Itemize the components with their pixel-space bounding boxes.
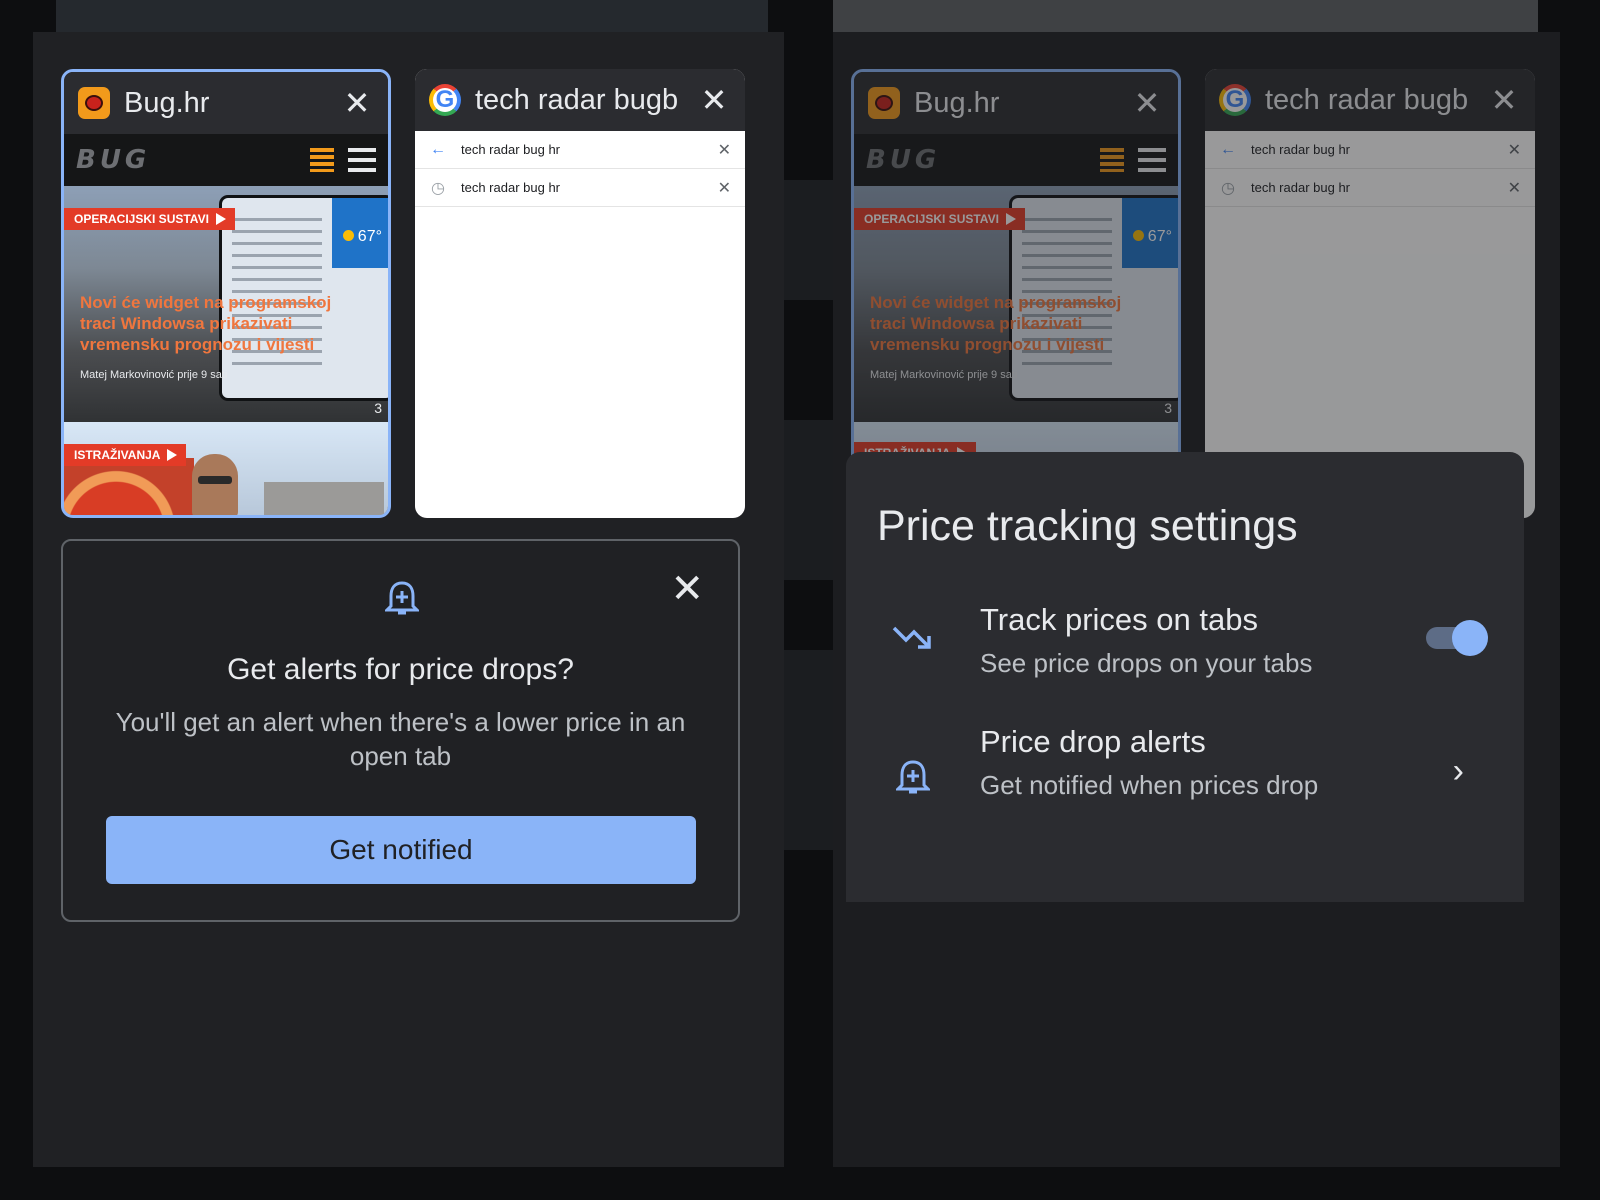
suggestion-text: tech radar bug hr: [461, 142, 561, 157]
remove-suggestion-icon[interactable]: ✕: [718, 178, 731, 198]
tab-title: tech radar bugb: [475, 83, 679, 116]
get-notified-button[interactable]: Get notified: [106, 816, 696, 884]
tab-title: Bug.hr: [124, 86, 210, 119]
close-tab-icon[interactable]: ✕: [697, 84, 731, 116]
weather-temp: 67°: [343, 228, 382, 246]
image-count: 3: [374, 400, 382, 416]
alert-title: Get alerts for price drops?: [227, 653, 574, 686]
list-icon: [310, 148, 334, 172]
bug-favicon-icon: [78, 87, 110, 119]
suggestion-row[interactable]: ◷ tech radar bug hr ✕: [415, 169, 745, 207]
price-drop-alerts-title: Price drop alerts: [980, 724, 1206, 759]
suggestion-text: tech radar bug hr: [461, 180, 561, 195]
history-icon: ◷: [431, 179, 445, 197]
price-tracking-sheet: Price tracking settings Track prices on …: [846, 452, 1524, 902]
track-prices-row[interactable]: Track prices on tabs See price drops on …: [846, 602, 1524, 692]
tab-header: G tech radar bugb ✕: [415, 69, 745, 131]
tab-card-bug[interactable]: Bug.hr ✕ BUG 67° OPERACIJSKI SUSTAVI Nov…: [61, 69, 391, 518]
tab-card-google[interactable]: G tech radar bugb ✕ ← tech radar bug hr …: [415, 69, 745, 518]
blur-fragment: [784, 180, 833, 300]
history-icon: ◷: [1221, 179, 1235, 197]
image-count: 3: [1164, 400, 1172, 416]
article-headline: Novi će widget na programskoj traci Wind…: [80, 293, 332, 354]
suggestion-row[interactable]: ← tech radar bug hr ✕: [415, 131, 745, 169]
track-prices-toggle[interactable]: [1426, 620, 1488, 656]
tab-title: Bug.hr: [914, 86, 1000, 119]
menu-icon: [348, 148, 376, 172]
close-tab-icon: ✕: [1490, 82, 1518, 118]
back-arrow-icon: ←: [430, 140, 446, 158]
bell-plus-icon: [894, 758, 932, 803]
price-alert-card: ✕ Get alerts for price drops? You'll get…: [61, 539, 740, 922]
tab-card-bug-dimmed: Bug.hr ✕ BUG 67° OPERACIJSKI SUSTAVI Nov…: [851, 69, 1181, 518]
tab-header: Bug.hr ✕: [64, 72, 388, 134]
bug-logo: BUG: [866, 145, 941, 175]
bug-favicon-icon: [868, 87, 900, 119]
google-favicon-icon: G: [1219, 84, 1251, 116]
trending-down-icon: [892, 622, 934, 659]
close-icon[interactable]: ✕: [670, 569, 704, 609]
track-prices-subtitle: See price drops on your tabs: [980, 648, 1313, 678]
category-label: OPERACIJSKI SUSTAVI: [64, 208, 235, 230]
tab-card-google-dimmed: G tech radar bugb ✕ ← tech radar bug hr …: [1205, 69, 1535, 518]
menu-icon: [1138, 148, 1166, 172]
close-tab-icon[interactable]: ✕: [340, 87, 374, 119]
bug-logo: BUG: [76, 145, 151, 175]
blurred-top-strip: [56, 0, 768, 32]
blurred-top-strip-right: [833, 0, 1538, 32]
site-header: BUG: [64, 134, 388, 186]
tab-switcher-right: Bug.hr ✕ BUG 67° OPERACIJSKI SUSTAVI Nov…: [833, 32, 1560, 1167]
article-byline: Matej Markovinović prije 9 sati: [870, 369, 1018, 381]
track-prices-title: Track prices on tabs: [980, 602, 1258, 637]
chevron-right-icon: ›: [1452, 752, 1464, 790]
price-drop-alerts-row[interactable]: Price drop alerts Get notified when pric…: [846, 724, 1524, 844]
article-headline: Novi će widget na programskoj traci Wind…: [870, 293, 1122, 354]
tab-title: tech radar bugb: [1265, 83, 1469, 116]
blur-fragment: [784, 420, 833, 580]
category-label-2: ISTRAŽIVANJA: [64, 444, 187, 466]
bell-plus-icon: [383, 579, 421, 624]
list-icon: [1100, 148, 1124, 172]
second-article: ISTRAŽIVANJA: [64, 422, 388, 515]
sheet-title: Price tracking settings: [877, 502, 1298, 550]
suggestion-text: tech radar bug hr: [1251, 180, 1351, 195]
category-label: OPERACIJSKI SUSTAVI: [854, 208, 1025, 230]
price-drop-alerts-subtitle: Get notified when prices drop: [980, 770, 1319, 800]
alert-description: You'll get an alert when there's a lower…: [115, 707, 686, 771]
blur-fragment: [784, 650, 833, 850]
article-hero: 67° OPERACIJSKI SUSTAVI Novi će widget n…: [64, 186, 388, 422]
google-favicon-icon: G: [429, 84, 461, 116]
suggestion-text: tech radar bug hr: [1251, 142, 1351, 157]
remove-suggestion-icon: ✕: [1507, 179, 1521, 197]
back-arrow-icon: ←: [1220, 140, 1236, 158]
tab-switcher-left: Bug.hr ✕ BUG 67° OPERACIJSKI SUSTAVI Nov…: [33, 32, 784, 1167]
remove-suggestion-icon: ✕: [1507, 141, 1521, 159]
remove-suggestion-icon[interactable]: ✕: [718, 140, 731, 160]
close-tab-icon: ✕: [1133, 85, 1161, 121]
weather-temp: 67°: [1133, 228, 1172, 246]
article-byline: Matej Markovinović prije 9 sati: [80, 369, 228, 381]
